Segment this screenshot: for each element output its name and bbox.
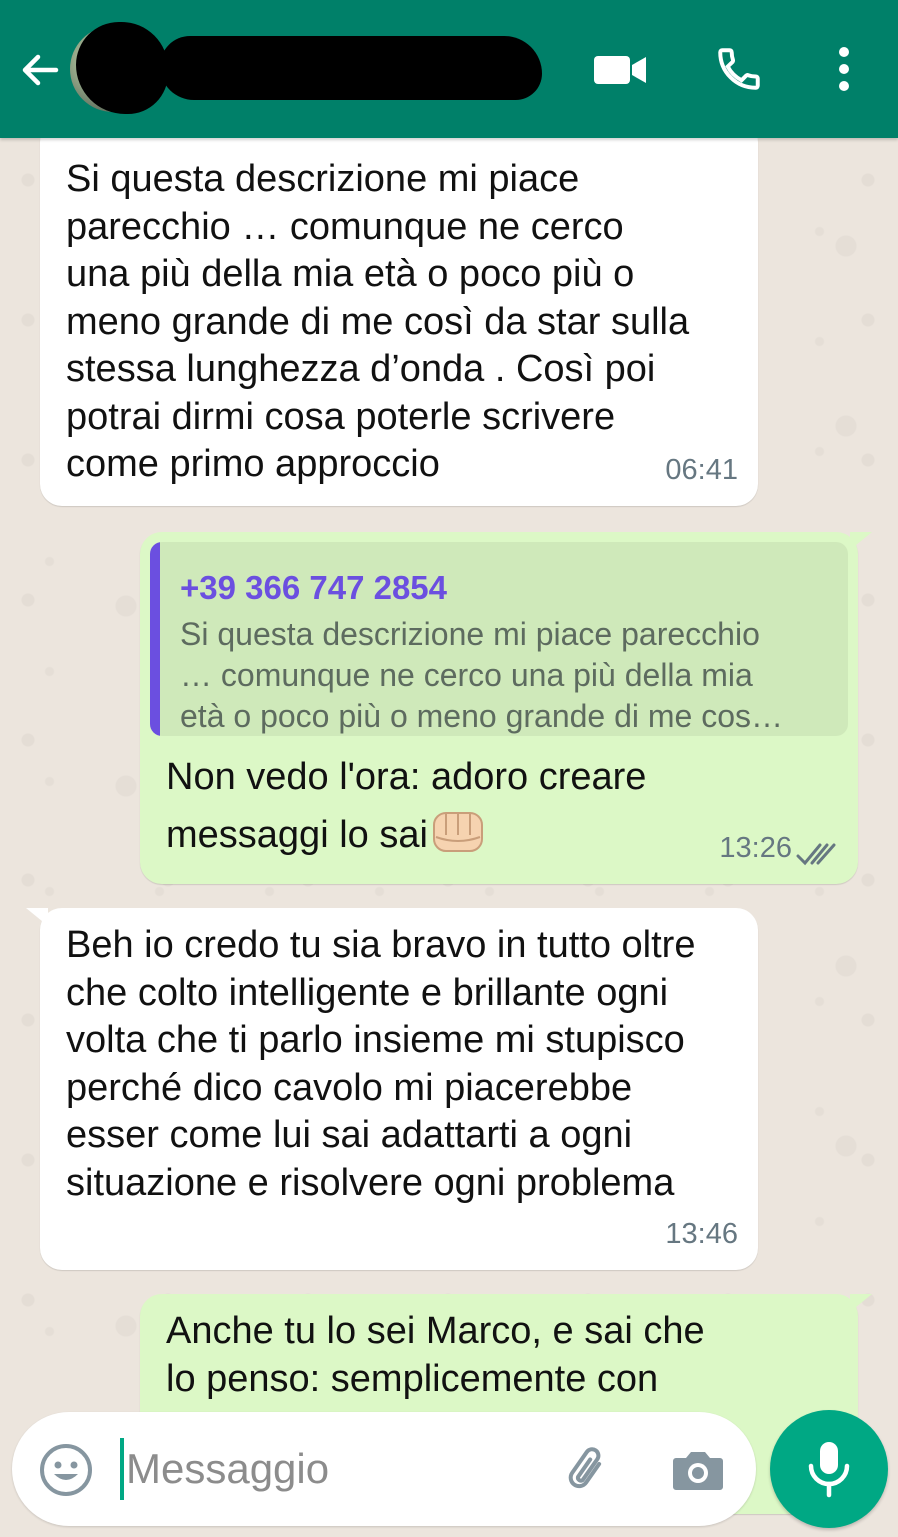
text-cursor — [120, 1438, 124, 1500]
message-composer — [12, 1412, 756, 1526]
quote-text: Si questa descrizione mi piace parecchio… — [180, 616, 784, 734]
message-text: Anche tu lo sei Marco, e sai che lo pens… — [166, 1310, 705, 1400]
chat-header — [0, 0, 898, 138]
message-text-content: Non vedo l'ora: adoro creare messaggi lo… — [166, 756, 647, 856]
quote-sender: +39 366 747 2854 — [180, 569, 448, 606]
quoted-message[interactable]: +39 366 747 2854 Si questa descrizione m… — [150, 542, 848, 736]
incoming-message[interactable]: Si questa descrizione mi piace parecchio… — [40, 120, 758, 506]
attach-icon[interactable] — [560, 1442, 616, 1498]
message-text: Si questa descrizione mi piace parecchio… — [66, 158, 690, 485]
video-call-icon[interactable] — [592, 48, 648, 92]
redaction-mark — [160, 36, 542, 100]
back-arrow-icon[interactable] — [16, 46, 64, 94]
message-time: 13:46 — [665, 1217, 738, 1250]
phone-icon[interactable] — [714, 44, 764, 94]
more-vert-icon[interactable] — [826, 44, 862, 94]
outgoing-message[interactable]: +39 366 747 2854 Si questa descrizione m… — [140, 532, 872, 884]
mic-icon — [808, 1442, 850, 1498]
emoji-icon[interactable] — [38, 1442, 94, 1498]
message-time: 13:26 — [719, 831, 792, 864]
bubble-tail — [850, 532, 872, 550]
fist-emoji-icon — [432, 812, 483, 852]
incoming-message[interactable]: Beh io credo tu sia bravo in tutto oltre… — [26, 908, 758, 1270]
message-time: 06:41 — [665, 453, 738, 486]
message-text: Non vedo l'ora: adoro creare messaggi lo… — [166, 748, 646, 864]
camera-icon[interactable] — [670, 1442, 726, 1498]
bubble-tail — [850, 1294, 872, 1312]
voice-message-button[interactable] — [770, 1410, 888, 1528]
message-input[interactable] — [126, 1436, 546, 1502]
quote-accent-bar — [150, 542, 160, 736]
double-check-icon — [796, 843, 836, 866]
message-text: Beh io credo tu sia bravo in tutto oltre… — [66, 924, 696, 1204]
bubble-tail — [26, 908, 48, 926]
